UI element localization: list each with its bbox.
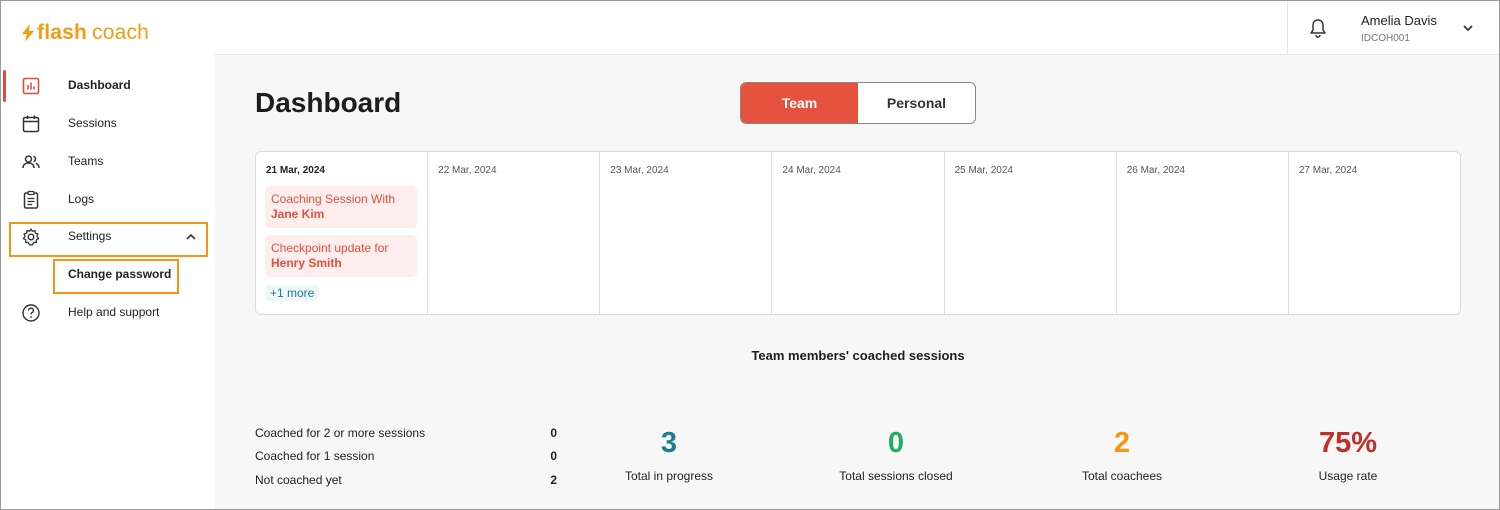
day-date: 25 Mar, 2024 xyxy=(954,165,1013,176)
stat-label: Not coached yet xyxy=(255,473,342,487)
day-date: 22 Mar, 2024 xyxy=(438,165,497,176)
user-name[interactable]: Amelia Davis xyxy=(1361,13,1437,28)
day-date: 27 Mar, 2024 xyxy=(1298,165,1358,176)
coached-sessions-title: Team members' coached sessions xyxy=(751,348,965,363)
stat-label: Coached for 2 or more sessions xyxy=(255,426,426,440)
lightning-bolt-icon xyxy=(22,24,34,42)
calendar-day[interactable]: 22 Mar, 2024 xyxy=(428,152,601,314)
stat-value: 0 xyxy=(550,426,557,440)
change-password-highlight-box xyxy=(53,259,179,294)
app-window: flash coach Dashboard Sessions Teams Log… xyxy=(0,0,1500,510)
calendar-day[interactable]: 23 Mar, 2024 xyxy=(600,152,773,314)
calendar-day[interactable]: 24 Mar, 2024 xyxy=(772,152,945,314)
page-title: Dashboard xyxy=(255,87,402,118)
event-title: Checkpoint update for xyxy=(271,241,389,255)
kpi-value: 3 xyxy=(660,427,678,459)
coached-stat-row: Coached for 1 session 0 xyxy=(255,449,557,467)
header-divider xyxy=(1287,1,1288,55)
day-date: 26 Mar, 2024 xyxy=(1126,165,1186,176)
kpi-total-in-progress: 3 Total in progress xyxy=(559,427,779,483)
stat-value: 2 xyxy=(550,473,557,487)
week-calendar: 21 Mar, 2024 Coaching Session With Jane … xyxy=(255,151,1461,315)
help-circle-icon xyxy=(22,304,40,322)
sidebar-item-teams[interactable]: Teams xyxy=(1,144,215,180)
brand-name-light: coach xyxy=(92,21,150,44)
kpi-total-sessions-closed: 0 Total sessions closed xyxy=(786,427,1006,483)
sidebar-item-label: Teams xyxy=(68,154,104,168)
sidebar-item-logs[interactable]: Logs xyxy=(1,182,215,218)
calendar-icon xyxy=(22,115,40,133)
stat-label: Coached for 1 session xyxy=(255,449,375,463)
more-events-link[interactable]: +1 more xyxy=(265,285,320,301)
coached-stat-row: Not coached yet 2 xyxy=(255,473,557,491)
day-date: 21 Mar, 2024 xyxy=(266,165,325,176)
user-id: IDCOH001 xyxy=(1361,33,1410,44)
sidebar-item-help[interactable]: Help and support xyxy=(1,295,215,331)
kpi-total-coachees: 2 Total coachees xyxy=(1012,427,1232,483)
calendar-event[interactable]: Coaching Session With Jane Kim xyxy=(265,186,417,228)
main-content: Amelia Davis IDCOH001 Dashboard Team Per… xyxy=(215,1,1499,509)
kpi-usage-rate: 75% Usage rate xyxy=(1238,427,1458,483)
kpi-value: 75% xyxy=(1318,427,1378,459)
kpi-value: 2 xyxy=(1113,427,1131,459)
sidebar-item-label: Help and support xyxy=(68,305,160,319)
calendar-day[interactable]: 21 Mar, 2024 Coaching Session With Jane … xyxy=(256,152,429,314)
kpi-label: Total in progress xyxy=(624,469,714,483)
event-title: Coaching Session With xyxy=(271,192,396,206)
brand-name-bold: flash xyxy=(37,21,88,44)
calendar-day[interactable]: 26 Mar, 2024 xyxy=(1117,152,1289,314)
sidebar: flash coach Dashboard Sessions Teams Log… xyxy=(1,1,215,509)
clipboard-icon xyxy=(23,190,39,209)
event-person: Henry Smith xyxy=(271,256,342,270)
bell-icon[interactable] xyxy=(1308,17,1328,39)
chevron-down-icon[interactable] xyxy=(1461,21,1475,35)
brand-logo[interactable]: flash coach xyxy=(21,19,149,47)
sidebar-item-label: Logs xyxy=(68,192,95,206)
calendar-event[interactable]: Checkpoint update for Henry Smith xyxy=(265,235,417,277)
sidebar-item-label: Dashboard xyxy=(68,78,131,92)
toggle-personal[interactable]: Personal xyxy=(858,83,975,123)
bar-chart-icon xyxy=(22,77,40,95)
kpi-label: Usage rate xyxy=(1318,469,1378,483)
settings-highlight-box xyxy=(9,222,208,257)
kpi-label: Total sessions closed xyxy=(839,469,953,483)
sidebar-item-label: Sessions xyxy=(68,116,117,130)
event-person: Jane Kim xyxy=(271,207,325,221)
top-bar: Amelia Davis IDCOH001 xyxy=(215,1,1499,55)
kpi-value: 0 xyxy=(887,427,905,459)
sidebar-item-dashboard[interactable]: Dashboard xyxy=(1,68,215,104)
coached-stat-row: Coached for 2 or more sessions 0 xyxy=(255,426,557,444)
day-date: 23 Mar, 2024 xyxy=(610,165,669,176)
stat-value: 0 xyxy=(550,449,557,463)
sidebar-item-sessions[interactable]: Sessions xyxy=(1,106,215,142)
people-icon xyxy=(22,155,40,169)
toggle-team[interactable]: Team xyxy=(741,83,858,123)
calendar-day[interactable]: 25 Mar, 2024 xyxy=(945,152,1117,314)
day-date: 24 Mar, 2024 xyxy=(782,165,841,176)
kpi-label: Total coachees xyxy=(1081,469,1163,483)
team-personal-toggle: Team Personal xyxy=(740,82,976,124)
calendar-day[interactable]: 27 Mar, 2024 xyxy=(1289,152,1460,314)
